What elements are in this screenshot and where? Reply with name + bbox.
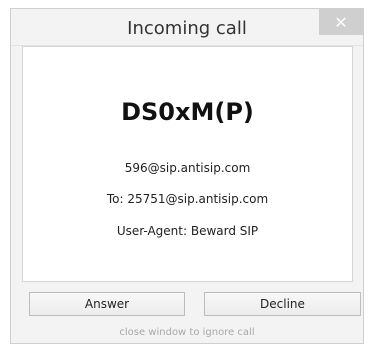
ignore-hint: close window to ignore call	[119, 327, 255, 338]
decline-button[interactable]: Decline	[204, 292, 361, 316]
incoming-call-window: Incoming call ✕ DS0xM(P) 596@sip.antisip…	[10, 8, 364, 344]
callee-address: To: 25751@sip.antisip.com	[106, 192, 269, 206]
user-agent: User-Agent: Beward SIP	[116, 224, 259, 238]
caller-name: DS0xM(P)	[121, 98, 254, 126]
answer-button[interactable]: Answer	[29, 292, 185, 316]
call-info-panel: DS0xM(P) 596@sip.antisip.com To: 25751@s…	[22, 46, 353, 282]
caller-sip-address: 596@sip.antisip.com	[124, 161, 251, 175]
window-title: Incoming call	[127, 18, 247, 39]
close-icon: ✕	[334, 12, 348, 32]
title-bar: Incoming call ✕	[11, 9, 363, 46]
close-button[interactable]: ✕	[319, 9, 363, 35]
